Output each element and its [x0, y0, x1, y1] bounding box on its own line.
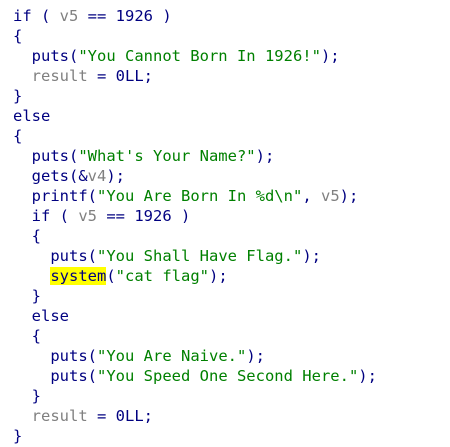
code-line: else [13, 106, 50, 126]
code-token: } [13, 387, 41, 405]
string-literal: "cat flag" [115, 267, 209, 285]
code-token: ( [31, 7, 60, 25]
code-line: if ( v5 == 1926 ) [13, 6, 172, 26]
code-token: ); [106, 167, 125, 185]
code-token: if [13, 7, 32, 25]
code-line: result = 0LL; [13, 406, 153, 426]
code-token: } [13, 287, 41, 305]
variable-token: result [31, 67, 88, 85]
code-line: } [13, 386, 41, 406]
code-token: else [13, 307, 69, 325]
code-token: ); [339, 187, 359, 205]
string-literal: "You Speed One Second Here." [97, 367, 359, 385]
code-token: printf( [13, 187, 97, 205]
code-token: = 0LL; [87, 67, 153, 85]
code-line: { [13, 326, 41, 346]
string-literal: "You Are Born In %d\n" [97, 187, 303, 205]
code-line: result = 0LL; [13, 66, 153, 86]
code-line: puts("You Are Naive."); [13, 346, 265, 366]
code-line: { [13, 126, 22, 146]
code-line: gets(&v4); [13, 166, 125, 186]
string-literal: "You Shall Have Flag." [97, 247, 303, 265]
code-line: puts("You Shall Have Flag."); [13, 246, 321, 266]
code-token: ); [302, 247, 321, 265]
code-token: if ( [13, 207, 79, 225]
code-token: ); [320, 47, 340, 65]
code-token: ( [106, 267, 116, 285]
code-token: { [13, 327, 41, 345]
code-token: puts( [13, 367, 97, 385]
variable-token: v4 [87, 167, 107, 185]
highlighted-token: system [50, 267, 107, 285]
code-token: puts( [13, 147, 79, 165]
string-literal: "You Cannot Born In 1926!" [78, 47, 321, 65]
code-line: puts("You Cannot Born In 1926!"); [13, 46, 340, 66]
code-token: { [13, 227, 41, 245]
code-token: } [13, 427, 23, 445]
variable-token: v5 [59, 7, 79, 25]
code-line: puts("What's Your Name?"); [13, 146, 275, 166]
code-token: } [13, 87, 23, 105]
code-line: } [13, 86, 22, 106]
code-token: , [302, 187, 321, 205]
code-line: if ( v5 == 1926 ) [13, 206, 191, 226]
code-token: == 1926 ) [97, 207, 191, 225]
code-line: } [13, 426, 22, 446]
code-token: { [13, 27, 23, 45]
code-token: { [13, 127, 23, 145]
decompiled-code-view: if ( v5 == 1926 ){ puts("You Cannot Born… [0, 0, 450, 447]
string-literal: "You Are Naive." [97, 347, 247, 365]
code-token: puts( [13, 47, 79, 65]
code-line: puts("You Speed One Second Here."); [13, 366, 377, 386]
code-token: puts( [13, 347, 97, 365]
code-line: else [13, 306, 69, 326]
code-token: else [13, 107, 51, 125]
code-token: == 1926 ) [78, 7, 172, 25]
code-line: } [13, 286, 41, 306]
code-token: ); [209, 267, 228, 285]
code-token: ); [246, 347, 265, 365]
code-token: gets(& [13, 167, 88, 185]
variable-token: v5 [320, 187, 340, 205]
code-line: printf("You Are Born In %d\n", v5); [13, 186, 359, 206]
code-token: = 0LL; [87, 407, 153, 425]
variable-token: v5 [78, 207, 97, 225]
code-line: system("cat flag"); [13, 266, 228, 286]
variable-token: result [31, 407, 88, 425]
code-token: puts( [13, 247, 97, 265]
code-line: { [13, 26, 22, 46]
code-line: { [13, 226, 41, 246]
code-token: ); [358, 367, 377, 385]
code-token: ); [255, 147, 275, 165]
string-literal: "What's Your Name?" [78, 147, 256, 165]
